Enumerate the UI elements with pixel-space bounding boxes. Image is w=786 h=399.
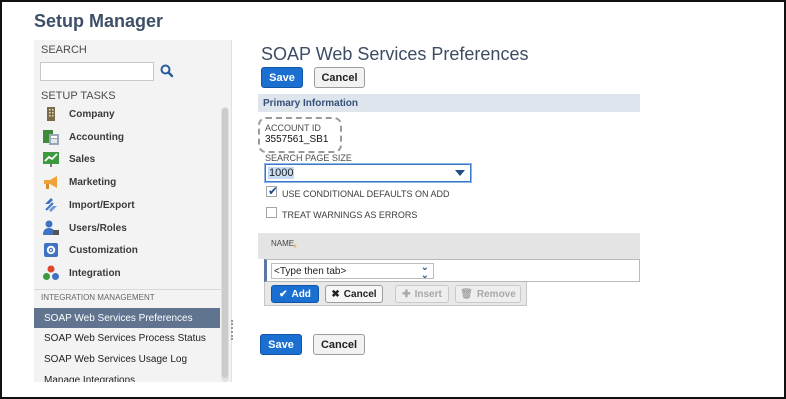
megaphone-icon [42,173,60,191]
sidebar-scroll-thumb[interactable] [222,108,228,378]
column-name-header: NAME [271,239,295,248]
nav-soap-process-status[interactable]: SOAP Web Services Process Status [34,328,220,348]
task-accounting[interactable]: Accounting [42,128,124,146]
grid-header: NAME * [258,233,640,259]
panel-resize-handle[interactable] [231,320,233,340]
add-label: Add [291,288,311,300]
plus-icon: ✚ [402,288,411,300]
treat-warnings-label: TREAT WARNINGS AS ERRORS [282,210,418,220]
task-marketing[interactable]: Marketing [42,173,116,191]
task-users-roles[interactable]: Users/Roles [42,219,127,237]
x-icon: ✖ [331,288,340,300]
remove-row-button[interactable]: 🗑 Remove [455,285,521,303]
molecule-icon [42,264,60,282]
primary-information-header: Primary Information [258,94,640,112]
conditional-defaults-checkbox[interactable]: ✔ [266,184,279,198]
conditional-defaults-label: USE CONDITIONAL DEFAULTS ON ADD [282,189,450,199]
account-id-label: ACCOUNT ID [265,123,321,133]
task-company[interactable]: Company [42,105,115,123]
trash-icon: 🗑 [460,288,473,300]
chart-icon [42,150,60,168]
task-label: Customization [69,244,138,256]
task-label: Company [69,108,115,120]
chevron-down-icon [455,170,465,176]
cancel-button-top[interactable]: Cancel [314,67,365,88]
task-label: Import/Export [69,199,135,211]
name-select[interactable]: <Type then tab> ⌄ ⌄ [271,262,434,281]
task-integration[interactable]: Integration [42,264,121,282]
task-label: Users/Roles [69,222,127,234]
sidebar-divider [34,289,222,290]
task-label: Accounting [69,131,124,143]
gear-box-icon [42,241,60,259]
setup-tasks-label: SETUP TASKS [41,90,116,102]
task-label: Sales [69,153,96,165]
cancel-row-label: Cancel [343,288,377,300]
task-label: Marketing [69,176,117,188]
grid-action-bar: ✔ Add ✖ Cancel ✚ Insert 🗑 Remove [264,282,527,306]
sidebar: SEARCH SETUP TASKS Company Accounting Sa… [34,40,232,382]
task-import-export[interactable]: Import/Export [42,196,135,214]
checkmark-icon: ✔ [268,184,279,198]
check-icon: ✔ [279,288,288,300]
insert-label: Insert [414,288,442,300]
search-page-size-label: SEARCH PAGE SIZE [265,153,352,163]
search-input[interactable] [40,62,154,81]
search-label: SEARCH [41,44,87,56]
task-customization[interactable]: Customization [42,241,138,259]
save-button-bottom[interactable]: Save [260,334,302,355]
cancel-row-button[interactable]: ✖ Cancel [325,285,383,303]
double-chevron-icon: ⌄ ⌄ [420,262,429,281]
search-icon[interactable] [159,63,175,79]
required-mark: * [293,243,297,254]
nav-soap-usage-log[interactable]: SOAP Web Services Usage Log [34,349,220,369]
account-id-value: 3557561_SB1 [265,134,329,145]
remove-label: Remove [476,288,516,300]
insert-row-button[interactable]: ✚ Insert [395,285,449,303]
nav-soap-preferences[interactable]: SOAP Web Services Preferences [34,308,220,328]
page-title: SOAP Web Services Preferences [261,44,529,64]
integration-management-label: INTEGRATION MANAGEMENT [41,293,155,302]
save-button-top[interactable]: Save [261,67,303,88]
arrows-icon [42,196,60,214]
users-icon [42,219,60,237]
search-page-size-value: 1000 [268,167,295,179]
nav-manage-integrations[interactable]: Manage Integrations [34,370,220,383]
search-page-size-select[interactable]: 1000 [265,164,471,182]
name-select-placeholder: <Type then tab> [274,265,347,277]
app-title: Setup Manager [34,11,164,31]
cancel-button-bottom[interactable]: Cancel [313,334,365,355]
add-row-button[interactable]: ✔ Add [271,285,319,303]
task-label: Integration [69,267,121,279]
treat-warnings-checkbox[interactable] [266,207,277,218]
task-sales[interactable]: Sales [42,150,95,168]
building-icon [42,105,60,123]
ledger-icon [42,128,60,146]
grid-edit-row: <Type then tab> ⌄ ⌄ [264,259,640,282]
